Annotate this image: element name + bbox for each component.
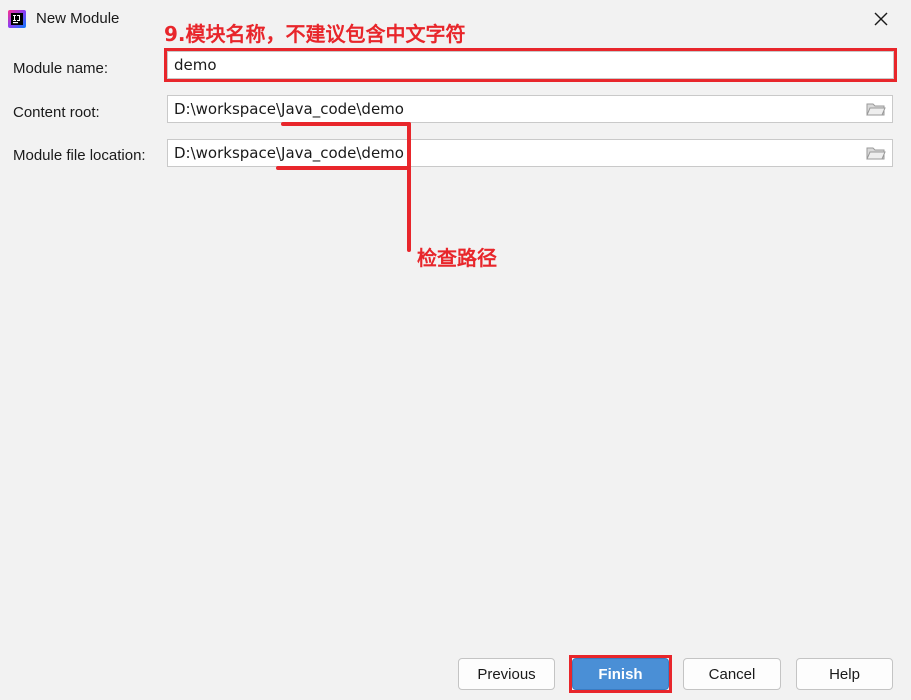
module-name-annotation: 9.模块名称，不建议包含中文字符 [164,22,466,46]
folder-icon[interactable] [866,101,886,117]
cancel-button[interactable]: Cancel [683,658,781,690]
module-file-location-label: Module file location: [13,147,146,164]
module-name-input[interactable]: demo [167,51,894,79]
close-icon [874,12,888,26]
folder-icon[interactable] [866,145,886,161]
finish-button[interactable]: Finish [572,658,669,690]
help-button[interactable]: Help [796,658,893,690]
content-root-underline [281,122,411,126]
path-connector-line [407,122,411,252]
module-file-location-value: D:\workspace\Java_code\demo [174,144,404,162]
module-name-value: demo [174,56,217,74]
module-file-location-input[interactable]: D:\workspace\Java_code\demo [167,139,893,167]
new-module-dialog: New Module 9.模块名称，不建议包含中文字符 Module name:… [0,0,911,700]
close-button[interactable] [866,6,896,32]
content-root-input[interactable]: D:\workspace\Java_code\demo [167,95,893,123]
intellij-idea-icon [8,10,26,28]
previous-button[interactable]: Previous [458,658,555,690]
content-root-label: Content root: [13,104,100,121]
file-location-underline [276,166,410,170]
module-name-label: Module name: [13,60,109,77]
path-check-annotation: 检查路径 [417,246,497,270]
window-title: New Module [36,10,120,27]
content-root-value: D:\workspace\Java_code\demo [174,100,404,118]
